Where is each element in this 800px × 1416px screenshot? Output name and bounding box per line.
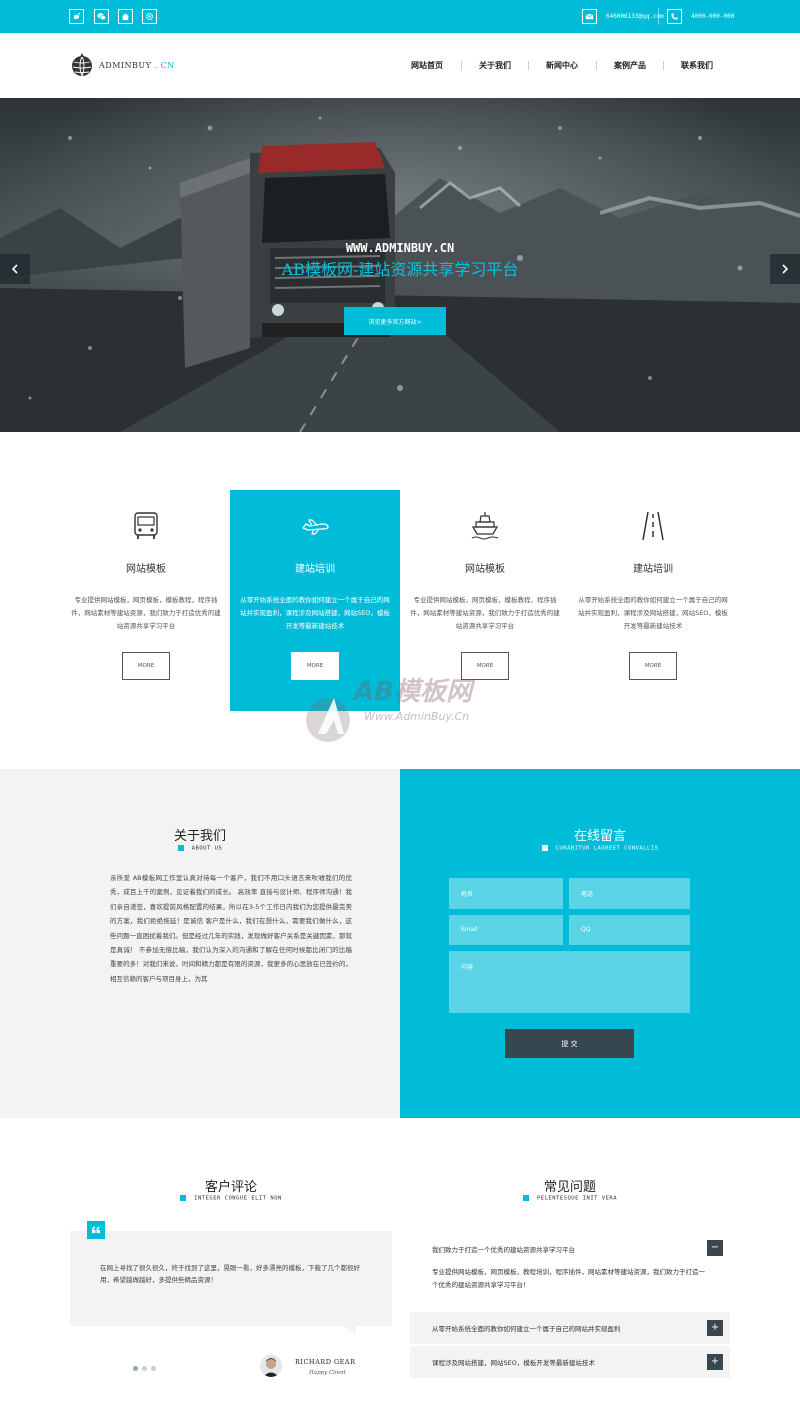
hero-url: WWW.ADMINBUY.CN [345, 241, 455, 255]
faq-answer: 专业提供网站模板，网页模板，教程培训，程序插件，网站素材等建站资源，我们致力于打… [432, 1268, 705, 1289]
svg-text:Www.AdminBuy.Cn: Www.AdminBuy.Cn [364, 710, 469, 723]
email-field[interactable]: Email [449, 915, 563, 945]
feature-title: 建站培训 [633, 564, 673, 575]
airplane-icon [301, 519, 329, 535]
chevron-left-icon [11, 264, 18, 274]
square-bullet-icon [541, 845, 548, 851]
square-bullet-icon [522, 1195, 529, 1201]
feature-more-button[interactable]: MORE [629, 652, 677, 680]
about-section: 关于我们 ABOUT US 亲所爱 AB模板网工作室认真对待每一个客户，我们不用… [0, 769, 400, 1118]
weibo-icon[interactable] [69, 9, 84, 24]
nav-cases[interactable]: 案例产品 [614, 60, 646, 71]
road-icon [642, 511, 664, 541]
slider-next-button[interactable] [770, 254, 800, 284]
settings-icon[interactable] [142, 9, 157, 24]
email-contact[interactable]: 646006133@qq.com [582, 9, 664, 24]
carousel-dot[interactable] [151, 1366, 156, 1371]
envelope-icon [582, 9, 597, 24]
watermark-logo: AB模板网 Www.AdminBuy.Cn [304, 668, 504, 748]
top-bar: 646006133@qq.com 4000-000-000 [0, 0, 800, 33]
faq-question[interactable]: 从零开始系统全面的教你如何建立一个属于自己的网站并实现盈利 [432, 1323, 621, 1333]
testimonial-text: 在网上寻找了很久很久，终于找到了这里，晃眼一看，好多漂亮的模板，下载了几个都很好… [100, 1264, 360, 1284]
nav-contact[interactable]: 联系我们 [681, 60, 713, 71]
phone-text: 4000-000-000 [691, 13, 735, 20]
feature-title: 网站模板 [126, 564, 166, 575]
faq-question[interactable]: 我们致力于打造一个优秀的建站资源共享学习平台 [432, 1244, 575, 1254]
globe-logo-icon [72, 53, 92, 77]
avatar [260, 1355, 282, 1377]
phone-field[interactable]: 电话 [569, 878, 690, 909]
feature-desc: 专业提供网站模板，网页模板，模板教程，程序插件，网站素材等建站资源，我们致力于打… [71, 596, 221, 630]
feature-more-button[interactable]: MORE [122, 652, 170, 680]
message-title: 在线留言 [573, 829, 626, 844]
nav-home[interactable]: 网站首页 [411, 60, 443, 71]
nav-divider [528, 61, 529, 70]
logo-text: ADMINBUY. CN [99, 60, 175, 70]
author-role: Happy Client [309, 1370, 346, 1376]
carousel-dot[interactable] [142, 1366, 147, 1371]
square-bullet-icon [177, 845, 184, 851]
feature-desc: 专业提供网站模板，网页模板，模板教程，程序插件，网站素材等建站资源，我们致力于打… [410, 596, 560, 630]
author-name: RICHARD GEAR [295, 1358, 356, 1366]
wechat-icon[interactable] [94, 9, 109, 24]
message-section: 在线留言 CURABITUR LAOREET CONVALLIS 姓名 电话 E… [400, 769, 800, 1118]
chevron-right-icon [782, 264, 789, 274]
about-text: 亲所爱 AB模板网工作室认真对待每一个客户，我们不用口头语言来吹嘘我们的优秀，成… [110, 874, 352, 983]
hero-title: AB模板网-建站资源共享学习平台 [281, 260, 519, 279]
nav-about[interactable]: 关于我们 [479, 60, 511, 71]
feature-title: 网站模板 [465, 564, 505, 575]
feature-desc: 从零开始系统全面的教你如何建立一个属于自己的网站并实现盈利，课程涉及网站搭建，网… [240, 596, 390, 630]
qq-field[interactable]: QQ [569, 915, 690, 945]
phone-icon [667, 9, 682, 24]
faq-subtitle: PELENTESQUE INIT VERA [370, 1195, 770, 1202]
home-icon[interactable] [118, 9, 133, 24]
faq-title: 常见问题 [543, 1180, 596, 1195]
carousel-dot-active[interactable] [133, 1366, 138, 1371]
feature-card: 建站培训 从零开始系统全面的教你如何建立一个属于自己的网站并实现盈利，课程涉及网… [568, 490, 738, 711]
ship-icon [471, 512, 499, 540]
feature-title: 建站培训 [295, 564, 335, 575]
main-header: ADMINBUY. CN 网站首页 关于我们 新闻中心 案例产品 联系我们 [0, 33, 800, 98]
nav-divider [596, 61, 597, 70]
hero-banner: WWW.ADMINBUY.CN AB模板网-建站资源共享学习平台 浏览更多官方网… [0, 98, 800, 432]
quote-icon [87, 1221, 105, 1239]
bus-icon [134, 512, 158, 539]
site-logo[interactable]: ADMINBUY. CN [69, 52, 175, 78]
about-title: 关于我们 [173, 829, 226, 844]
hero-more-button[interactable]: 浏览更多官方网站> [344, 307, 446, 335]
faq-question[interactable]: 课程涉及网站搭建，网站SEO，模板开发等最新建站技术 [432, 1357, 595, 1367]
slider-prev-button[interactable] [0, 254, 30, 284]
about-subtitle: ABOUT US [0, 845, 400, 852]
nav-divider [663, 61, 664, 70]
name-field[interactable]: 姓名 [449, 878, 563, 909]
collapse-icon[interactable]: − [707, 1240, 723, 1256]
email-text: 646006133@qq.com [606, 13, 664, 20]
svg-text:AB模板网: AB模板网 [352, 677, 476, 707]
expand-icon[interactable]: + [707, 1320, 723, 1336]
expand-icon[interactable]: + [707, 1354, 723, 1370]
square-bullet-icon [180, 1195, 187, 1201]
submit-button[interactable]: 提 交 [505, 1029, 634, 1058]
content-textarea[interactable]: 内容 [449, 951, 690, 1013]
phone-contact[interactable]: 4000-000-000 [667, 9, 734, 24]
feature-desc: 从零开始系统全面的教你如何建立一个属于自己的网站并实现盈利，课程涉及网站搭建，网… [578, 596, 728, 630]
message-subtitle: CURABITUR LAOREET CONVALLIS [400, 845, 800, 852]
feature-card: 网站模板 专业提供网站模板，网页模板，模板教程，程序插件，网站素材等建站资源，我… [61, 490, 231, 711]
testimonial-pointer [344, 1326, 356, 1336]
nav-divider [461, 61, 462, 70]
nav-news[interactable]: 新闻中心 [546, 60, 578, 71]
divider [658, 8, 659, 25]
